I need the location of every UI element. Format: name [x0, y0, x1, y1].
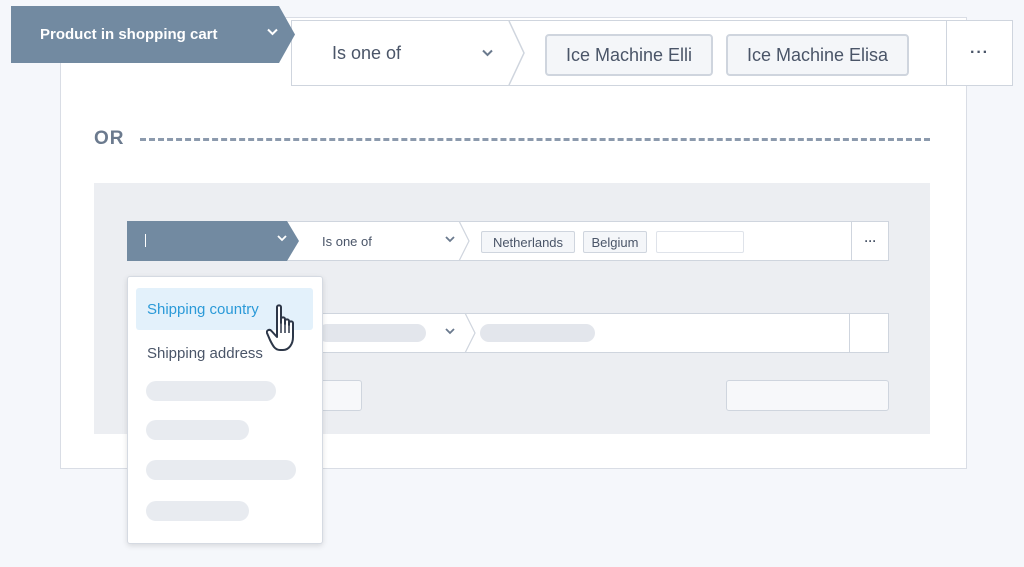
- more-options-button[interactable]: ···: [851, 221, 889, 261]
- arrow-separator: [464, 313, 476, 353]
- placeholder-bar: [318, 324, 426, 342]
- arrow-separator: [508, 21, 525, 85]
- value-chip[interactable]: Netherlands: [481, 231, 575, 253]
- attribute-label: Product in shopping cart: [40, 26, 218, 43]
- attribute-search-input[interactable]: [127, 221, 299, 261]
- more-options-button[interactable]: ···: [946, 21, 1012, 85]
- or-divider: [140, 138, 930, 141]
- chevron-down-icon: [445, 328, 455, 335]
- placeholder-item: [146, 420, 249, 440]
- chevron-down-icon: [482, 49, 493, 57]
- value-chip-label: Belgium: [591, 234, 639, 250]
- group-operator-select[interactable]: Is one of: [322, 221, 372, 261]
- placeholder-item: [146, 460, 296, 480]
- value-chip-label: Netherlands: [492, 234, 564, 250]
- placeholder-bar: [480, 324, 595, 342]
- more-dots: ···: [970, 44, 989, 61]
- placeholder-item: [146, 381, 276, 401]
- top-operator-select[interactable]: Is one of: [292, 21, 524, 85]
- value-chip[interactable]: Belgium: [583, 231, 647, 253]
- chevron-down-icon: [445, 236, 455, 243]
- divider: [849, 313, 850, 353]
- attribute-select[interactable]: Product in shopping cart: [11, 6, 295, 63]
- value-input[interactable]: [656, 231, 744, 253]
- placeholder-box: [726, 380, 889, 411]
- group-operator-label: Is one of: [322, 233, 372, 249]
- more-dots: ···: [864, 234, 877, 248]
- top-rule-bar: Is one of Ice Machine Elli Ice Machine E…: [291, 20, 1013, 86]
- top-operator-label: Is one of: [332, 42, 402, 63]
- value-chip-label: Ice Machine Elisa: [746, 44, 889, 65]
- chevron-down-icon: [277, 235, 287, 242]
- value-chip[interactable]: Ice Machine Elli: [545, 34, 713, 76]
- or-label: OR: [94, 128, 125, 149]
- hand-pointer-icon: [266, 304, 294, 351]
- value-chip[interactable]: Ice Machine Elisa: [726, 34, 909, 76]
- placeholder-item: [146, 501, 249, 521]
- value-chip-label: Ice Machine Elli: [565, 44, 693, 65]
- dropdown-item-label: Shipping address: [147, 344, 263, 362]
- dropdown-item-label: Shipping country: [147, 300, 259, 318]
- text-cursor: [145, 234, 146, 247]
- chevron-down-icon: [267, 28, 278, 36]
- arrow-separator: [458, 221, 470, 261]
